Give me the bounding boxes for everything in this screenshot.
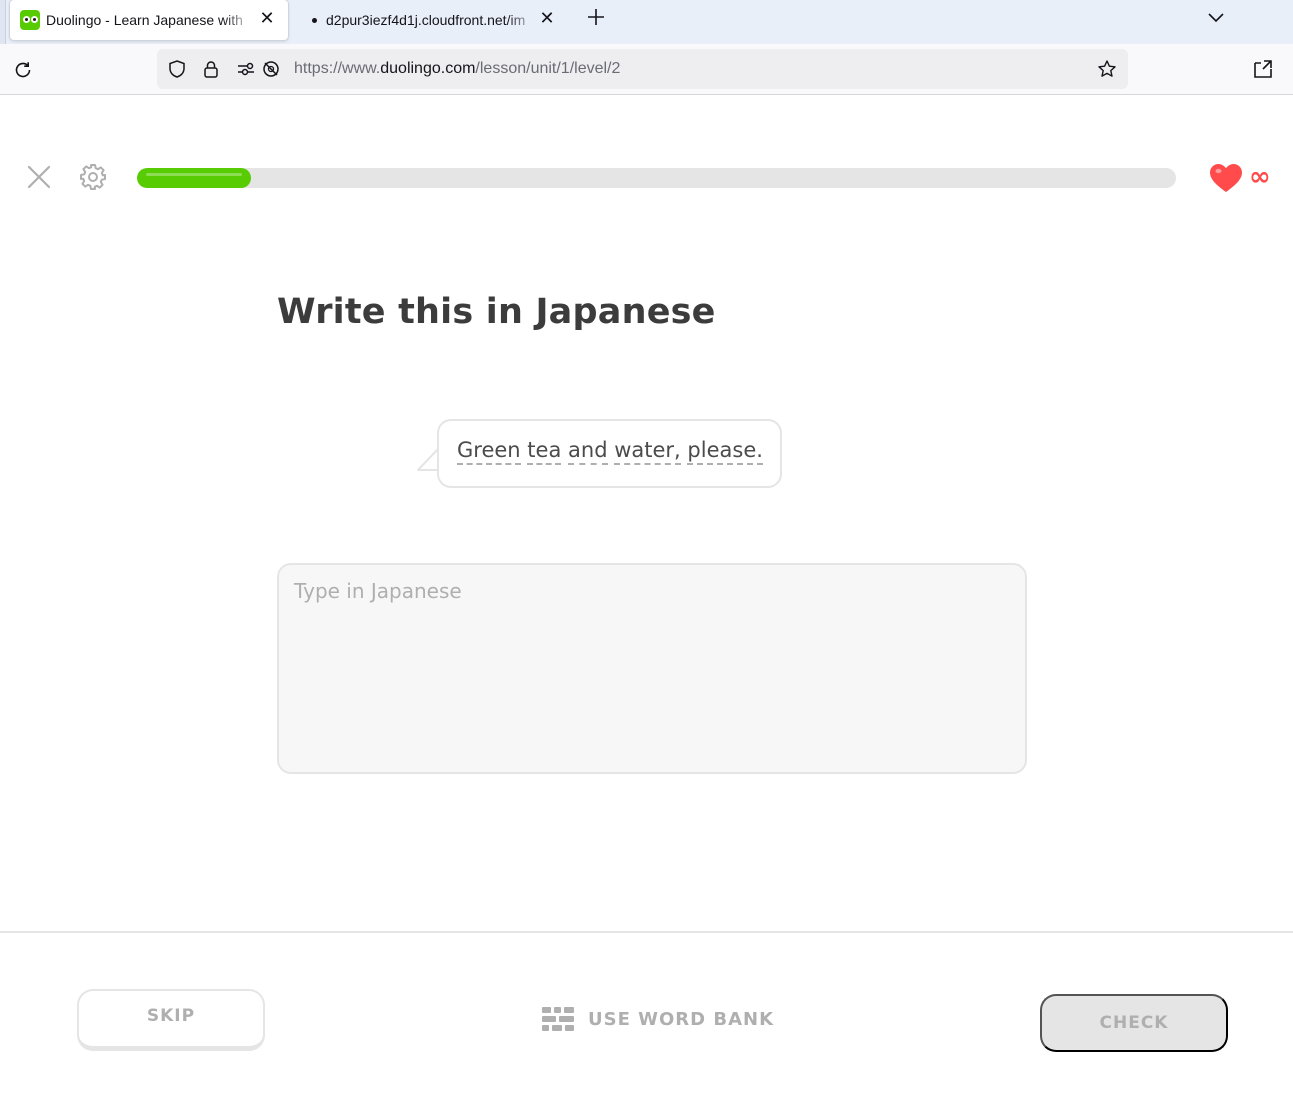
tab-list-button[interactable] — [1204, 5, 1228, 29]
close-lesson-button[interactable] — [24, 162, 54, 192]
lock-icon[interactable] — [201, 59, 221, 79]
prompt-word[interactable]: tea — [527, 438, 562, 465]
lesson-progress-bar — [137, 168, 1176, 188]
url-scheme: https://www. — [294, 60, 381, 77]
lesson-progress-fill — [137, 168, 252, 188]
permissions-icon[interactable] — [236, 59, 256, 79]
tab-close-icon[interactable]: ✕ — [258, 9, 276, 27]
reload-icon — [15, 62, 31, 78]
close-icon — [27, 165, 51, 189]
use-word-bank-button[interactable]: USE WORD BANK — [541, 1004, 774, 1034]
prompt-word[interactable]: Green — [457, 438, 521, 465]
prompt-word[interactable]: and — [568, 438, 608, 465]
duolingo-favicon-icon — [20, 10, 40, 30]
hearts-count: ∞ — [1249, 162, 1271, 192]
challenge-heading: Write this in Japanese — [277, 292, 716, 332]
check-button[interactable]: CHECK — [1040, 994, 1228, 1052]
tab-cloudfront[interactable]: d2pur3iezf4d1j.cloudfront.net/im ✕ — [294, 0, 562, 40]
share-button[interactable] — [1250, 56, 1276, 82]
word-bank-label: USE WORD BANK — [588, 1008, 775, 1030]
url-text: https://www.duolingo.com/lesson/unit/1/l… — [294, 60, 620, 78]
heart-icon — [1210, 164, 1242, 192]
star-icon — [1098, 60, 1116, 77]
gear-icon — [80, 164, 106, 190]
tab-title: Duolingo - Learn Japanese with — [46, 12, 243, 28]
tab-duolingo[interactable]: Duolingo - Learn Japanese with ✕ — [10, 0, 288, 40]
plus-icon — [588, 9, 604, 25]
word-bank-icon — [542, 1007, 574, 1031]
footer-divider — [0, 931, 1293, 933]
url-path: /lesson/unit/1/level/2 — [475, 60, 621, 77]
chevron-down-icon — [1208, 13, 1224, 23]
prompt-word[interactable]: water, — [614, 438, 681, 465]
tracking-protection-icon[interactable] — [261, 59, 281, 79]
tab-close-icon[interactable]: ✕ — [538, 9, 556, 27]
browser-nav-bar: https://www.duolingo.com/lesson/unit/1/l… — [0, 44, 1293, 95]
prompt-sentence: Green tea and water, please. — [457, 438, 763, 465]
browser-tab-bar: Duolingo - Learn Japanese with ✕ d2pur3i… — [0, 0, 1293, 44]
answer-input[interactable] — [277, 563, 1027, 774]
skip-button[interactable]: SKIP — [77, 989, 265, 1051]
shield-icon[interactable] — [167, 59, 187, 79]
tab-bar-edge — [0, 0, 6, 44]
reload-button[interactable] — [10, 57, 36, 83]
prompt-word[interactable]: please. — [687, 438, 763, 465]
settings-button[interactable] — [77, 161, 109, 193]
bookmark-button[interactable] — [1096, 58, 1118, 80]
url-bar[interactable]: https://www.duolingo.com/lesson/unit/1/l… — [157, 49, 1128, 89]
tab-attention-dot-icon — [312, 17, 317, 23]
tab-title: d2pur3iezf4d1j.cloudfront.net/im — [326, 12, 526, 28]
new-tab-button[interactable] — [584, 5, 608, 29]
url-host: duolingo.com — [380, 60, 476, 77]
share-icon — [1254, 60, 1272, 78]
prompt-speech-bubble: Green tea and water, please. — [437, 419, 782, 488]
